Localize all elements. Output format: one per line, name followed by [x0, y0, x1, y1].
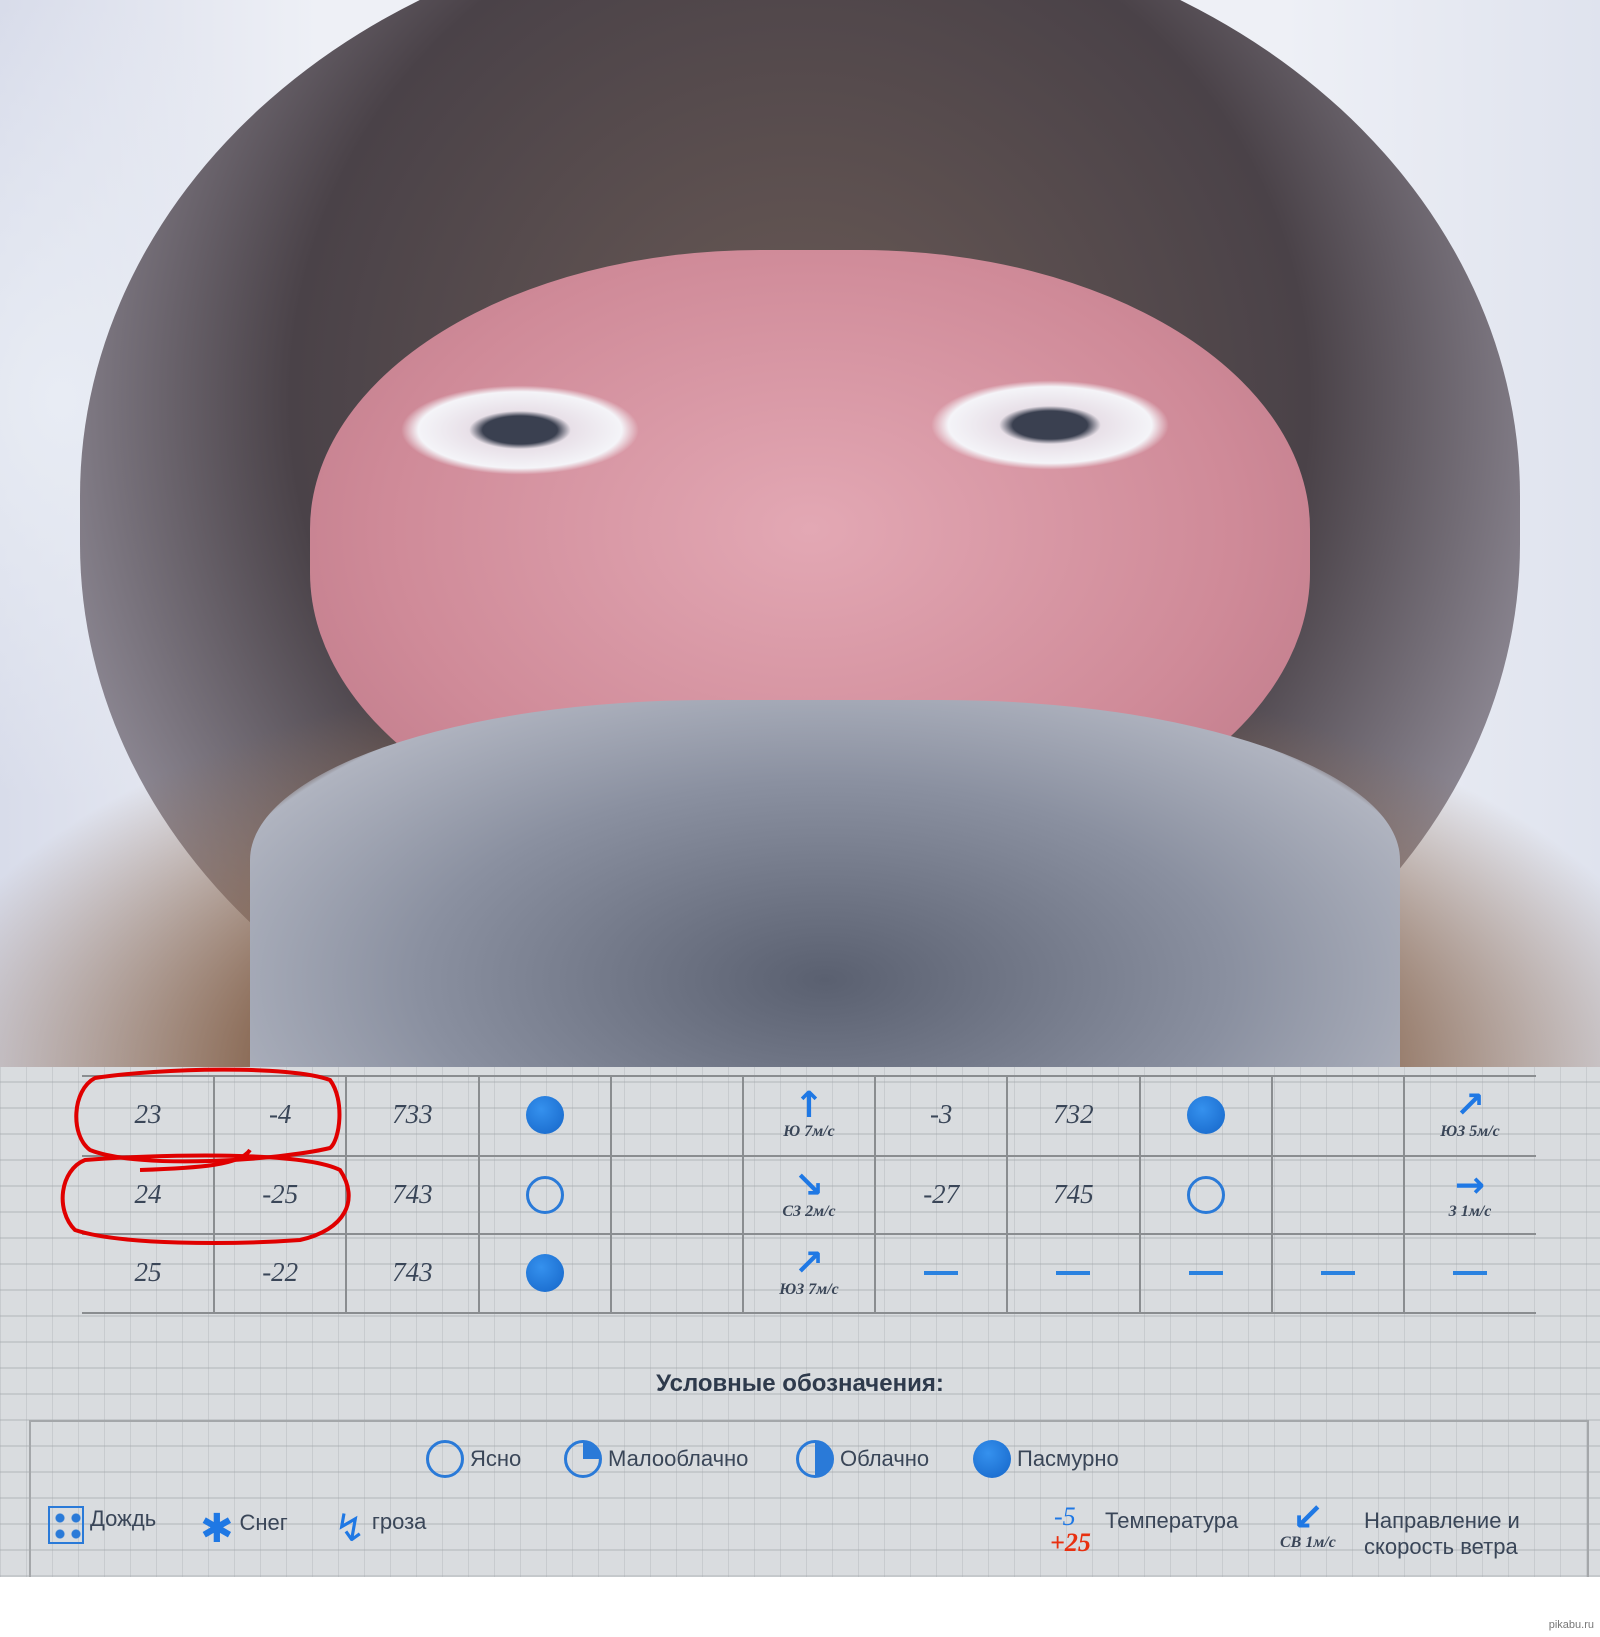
legend-wind-label: Направление и скорость ветра — [1364, 1508, 1520, 1560]
wind-label-line1: Направление и — [1364, 1508, 1520, 1533]
legend-partly: Малооблачно — [564, 1440, 748, 1478]
legend-rain-label: Дождь — [90, 1506, 157, 1531]
legend-storm: ↯ гроза — [334, 1506, 426, 1550]
thunderstorm-icon: ↯ — [334, 1506, 366, 1550]
annotation-circle-row1 — [74, 1067, 342, 1164]
wind-sample-label: СВ 1м/с — [1280, 1534, 1336, 1551]
overcast-icon — [973, 1440, 1011, 1478]
wind-arrow-down-left-icon: ↙ — [1292, 1495, 1324, 1539]
temp-negative-sample: -5 — [1054, 1502, 1076, 1531]
legend-clear: Ясно — [426, 1440, 521, 1478]
legend-storm-label: гроза — [371, 1509, 427, 1534]
legend-temperature: -5 +25 — [1050, 1504, 1091, 1556]
cloudy-icon — [796, 1440, 834, 1478]
annotation-circle-row2 — [60, 1148, 351, 1245]
legend-cloudy: Облачно — [796, 1440, 929, 1478]
wind-label-line2: скорость ветра — [1364, 1534, 1518, 1559]
rain-icon — [48, 1506, 84, 1544]
legend-snow-label: Снег — [239, 1510, 288, 1535]
clear-sky-icon — [426, 1440, 464, 1478]
temp-positive-sample: +25 — [1050, 1528, 1091, 1557]
legend-clear-label: Ясно — [470, 1446, 522, 1471]
snow-icon: ✱ — [200, 1506, 234, 1552]
legend-partly-label: Малооблачно — [608, 1446, 749, 1471]
legend-snow: ✱ Снег — [200, 1506, 288, 1552]
legend-rain: Дождь — [48, 1506, 156, 1544]
legend-wind: ↙ СВ 1м/с — [1280, 1495, 1336, 1552]
watermark: pikabu.ru — [1548, 1619, 1594, 1631]
legend-cloudy-label: Облачно — [840, 1446, 930, 1471]
legend-overcast-label: Пасмурно — [1017, 1446, 1119, 1471]
legend-temperature-label: Температура — [1105, 1508, 1239, 1533]
legend-overcast: Пасмурно — [973, 1440, 1119, 1478]
legend-title: Условные обозначения: — [656, 1370, 944, 1397]
partly-cloudy-icon — [564, 1440, 602, 1478]
